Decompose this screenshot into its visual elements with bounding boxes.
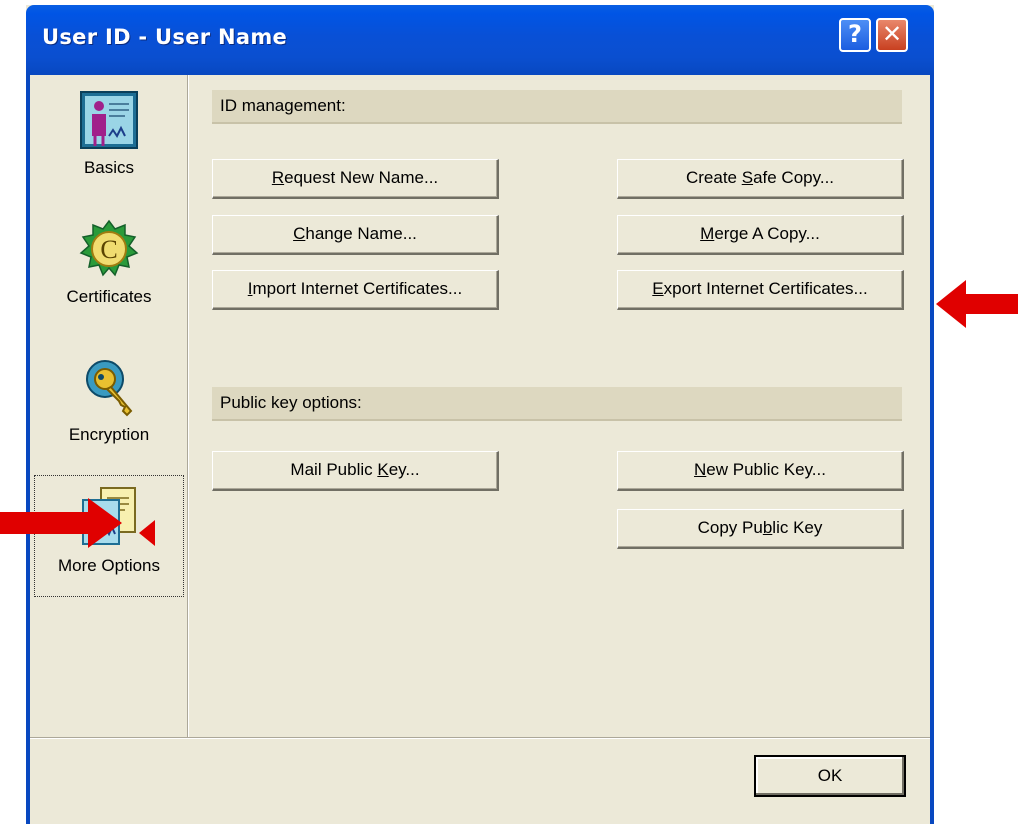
change-name-button[interactable]: Change Name... [212, 215, 499, 255]
selection-pointer-icon [139, 520, 155, 546]
import-internet-certificates-button[interactable]: Import Internet Certificates... [212, 270, 499, 310]
sidebar-item-basics[interactable]: Basics [34, 90, 184, 178]
export-internet-certificates-button[interactable]: Export Internet Certificates... [617, 270, 904, 310]
window-border-left [26, 75, 30, 824]
id-management-header: ID management: [212, 90, 902, 124]
help-icon: ? [848, 20, 862, 48]
create-safe-copy-button[interactable]: Create Safe Copy... [617, 159, 904, 199]
merge-a-copy-button[interactable]: Merge A Copy... [617, 215, 904, 255]
sidebar-item-label: Certificates [66, 287, 152, 306]
sidebar-item-label: Encryption [68, 425, 150, 444]
annotation-arrow-export-icon [936, 280, 1018, 328]
button-label: Request New Name... [271, 168, 439, 187]
button-label: Mail Public Key... [290, 460, 420, 479]
ok-button[interactable]: OK [754, 755, 906, 797]
svg-text:C: C [100, 235, 117, 264]
button-label: Copy Public Key [697, 518, 823, 537]
window-border-right [930, 75, 934, 824]
new-public-key-button[interactable]: New Public Key... [617, 451, 904, 491]
user-id-dialog: User ID - User Name ? ✕ Basics C Certifi… [26, 5, 934, 824]
help-button[interactable]: ? [839, 18, 871, 52]
certificate-seal-icon: C [79, 219, 139, 277]
sidebar-item-certificates[interactable]: C Certificates [34, 219, 184, 307]
button-label: Import Internet Certificates... [247, 279, 463, 298]
title-bar[interactable]: User ID - User Name ? ✕ [26, 5, 934, 75]
sidebar-item-label: Basics [83, 158, 135, 177]
window-title: User ID - User Name [42, 25, 287, 49]
copy-public-key-button[interactable]: Copy Public Key [617, 509, 904, 549]
footer-divider-highlight [30, 738, 930, 739]
sidebar-divider-highlight [188, 75, 189, 737]
key-icon [86, 360, 133, 417]
id-card-icon [80, 91, 138, 149]
annotation-arrow-more-options-icon [0, 498, 122, 548]
public-key-options-header: Public key options: [212, 387, 902, 421]
button-label: Export Internet Certificates... [652, 279, 868, 298]
button-label: Merge A Copy... [700, 224, 820, 243]
button-label: Change Name... [293, 224, 417, 243]
mail-public-key-button[interactable]: Mail Public Key... [212, 451, 499, 491]
window-title-username: User Name [155, 25, 288, 49]
request-new-name-button[interactable]: Request New Name... [212, 159, 499, 199]
close-icon: ✕ [881, 20, 903, 48]
button-label: Create Safe Copy... [685, 168, 835, 187]
window-title-prefix: User ID - [42, 25, 156, 49]
close-button[interactable]: ✕ [876, 18, 908, 52]
button-label: New Public Key... [694, 460, 826, 479]
sidebar-item-label: More Options [57, 556, 161, 575]
sidebar-item-encryption[interactable]: Encryption [34, 357, 184, 445]
